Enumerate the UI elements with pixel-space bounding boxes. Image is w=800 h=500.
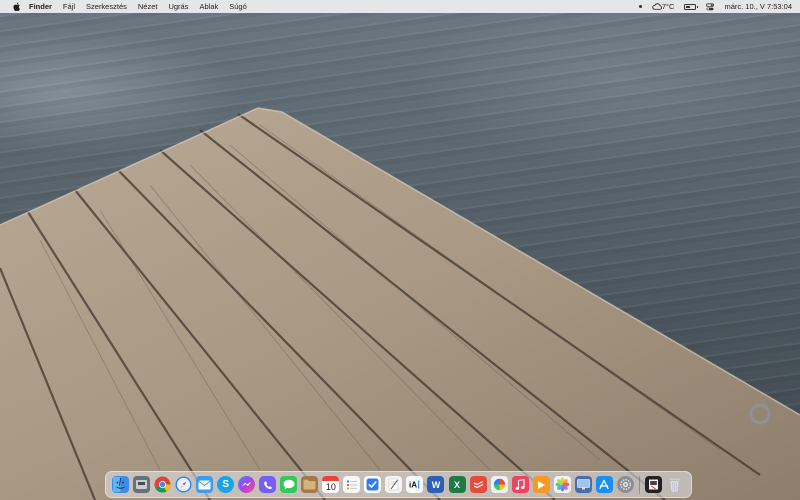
battery-status[interactable] — [684, 3, 699, 10]
todoist-icon[interactable] — [469, 476, 487, 493]
apple-logo-icon[interactable] — [12, 2, 21, 11]
weather-temperature: 7°C — [661, 2, 675, 11]
menu-bar: Finder Fájl Szerkesztés Nézet Ugrás Abla… — [0, 0, 800, 13]
menu-help[interactable]: Súgó — [229, 2, 247, 11]
textedit-icon[interactable] — [385, 476, 403, 493]
weather-status[interactable]: 7°C — [652, 2, 675, 11]
word-icon[interactable]: W — [427, 476, 445, 493]
pinwheel-icon[interactable] — [490, 476, 508, 493]
menu-view[interactable]: Nézet — [138, 2, 158, 11]
chrome-icon[interactable] — [154, 476, 171, 493]
cloud-icon — [652, 3, 662, 10]
messages-icon[interactable] — [280, 476, 298, 493]
mail-icon[interactable] — [196, 476, 214, 493]
menu-file[interactable]: Fájl — [63, 2, 75, 11]
downloads-stack-icon[interactable] — [644, 476, 662, 493]
ia-writer-icon[interactable]: iA — [406, 476, 424, 493]
menu-app-name[interactable]: Finder — [29, 2, 52, 11]
battery-icon — [684, 3, 699, 10]
disk-utility-icon[interactable] — [133, 476, 151, 493]
status-dot-indicator[interactable] — [638, 5, 642, 8]
menu-clock[interactable]: márc. 10., V 7:53:04 — [724, 2, 792, 11]
battery-level-fill — [686, 5, 691, 8]
trash-icon[interactable] — [666, 476, 683, 493]
calendar-day: 10 — [325, 482, 336, 492]
things-icon[interactable] — [364, 476, 382, 493]
menu-go[interactable]: Ugrás — [168, 2, 188, 11]
safari-icon[interactable] — [175, 476, 192, 493]
music-icon[interactable] — [511, 476, 529, 493]
reminders-icon[interactable] — [343, 476, 361, 493]
dock: S 10 iA W X — [105, 471, 692, 498]
menu-edit[interactable]: Szerkesztés — [86, 2, 127, 11]
control-center-status[interactable] — [706, 2, 715, 11]
screen-preview-icon[interactable] — [574, 476, 592, 493]
app-store-icon[interactable] — [595, 476, 613, 493]
photos-icon[interactable] — [553, 476, 571, 493]
infuse-icon[interactable] — [532, 476, 550, 493]
desktop-wallpaper — [0, 0, 800, 500]
dot-icon — [638, 5, 642, 8]
menu-window[interactable]: Ablak — [199, 2, 218, 11]
messenger-icon[interactable] — [238, 476, 256, 493]
svg-text:iA: iA — [409, 481, 417, 490]
wooden-pier-image — [0, 107, 800, 500]
calendar-icon[interactable]: 10 — [322, 476, 340, 493]
control-center-icon — [706, 2, 715, 10]
skype-icon[interactable]: S — [217, 476, 235, 493]
viber-icon[interactable] — [259, 476, 277, 493]
system-preferences-icon[interactable] — [616, 476, 634, 493]
excel-icon[interactable]: X — [448, 476, 466, 493]
folder-app-icon[interactable] — [301, 476, 319, 493]
finder-icon[interactable] — [112, 476, 130, 493]
dock-separator — [638, 475, 640, 494]
